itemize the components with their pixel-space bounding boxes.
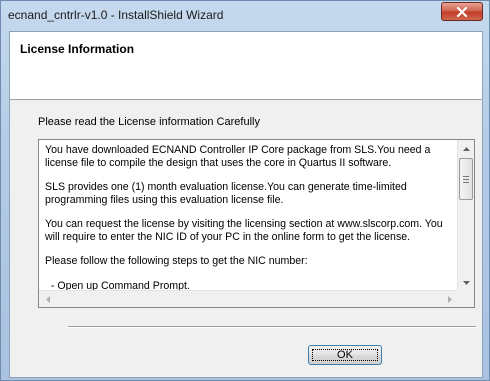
- scroll-left-button[interactable]: [39, 291, 56, 307]
- footer-separator: [68, 326, 476, 328]
- license-paragraph: You can request the license by visiting …: [45, 218, 446, 243]
- arrow-up-icon: [462, 146, 470, 151]
- license-paragraph: You have downloaded ECNAND Controller IP…: [45, 144, 434, 169]
- license-text-box[interactable]: You have downloaded ECNAND Controller IP…: [38, 139, 475, 308]
- close-icon: [456, 6, 468, 17]
- ok-button[interactable]: OK: [308, 345, 382, 365]
- horizontal-scrollbar[interactable]: [39, 290, 458, 307]
- header-panel: License Information: [10, 32, 482, 100]
- arrow-right-icon: [447, 295, 452, 303]
- arrow-down-icon: [462, 280, 470, 285]
- ok-button-label: OK: [337, 349, 353, 361]
- vertical-scrollbar[interactable]: [457, 140, 474, 291]
- scroll-right-button[interactable]: [441, 291, 458, 307]
- license-text-content[interactable]: You have downloaded ECNAND Controller IP…: [39, 140, 458, 291]
- license-paragraph: Please follow the following steps to get…: [45, 255, 308, 267]
- scroll-up-button[interactable]: [458, 140, 474, 157]
- scrollbar-corner: [457, 290, 474, 307]
- vertical-scroll-thumb[interactable]: [459, 158, 473, 200]
- dialog-client-area: License Information Please read the Lice…: [9, 31, 483, 378]
- installer-window: ecnand_cntrlr-v1.0 - InstallShield Wizar…: [0, 0, 490, 381]
- title-bar[interactable]: ecnand_cntrlr-v1.0 - InstallShield Wizar…: [1, 1, 489, 31]
- scroll-down-button[interactable]: [458, 274, 474, 291]
- close-button[interactable]: [441, 2, 483, 21]
- grip-icon: [463, 175, 469, 183]
- license-paragraph: SLS provides one (1) month evaluation li…: [45, 181, 410, 206]
- window-title: ecnand_cntrlr-v1.0 - InstallShield Wizar…: [8, 8, 224, 22]
- page-title: License Information: [20, 42, 135, 56]
- instruction-label: Please read the License information Care…: [38, 116, 260, 128]
- arrow-left-icon: [45, 295, 50, 303]
